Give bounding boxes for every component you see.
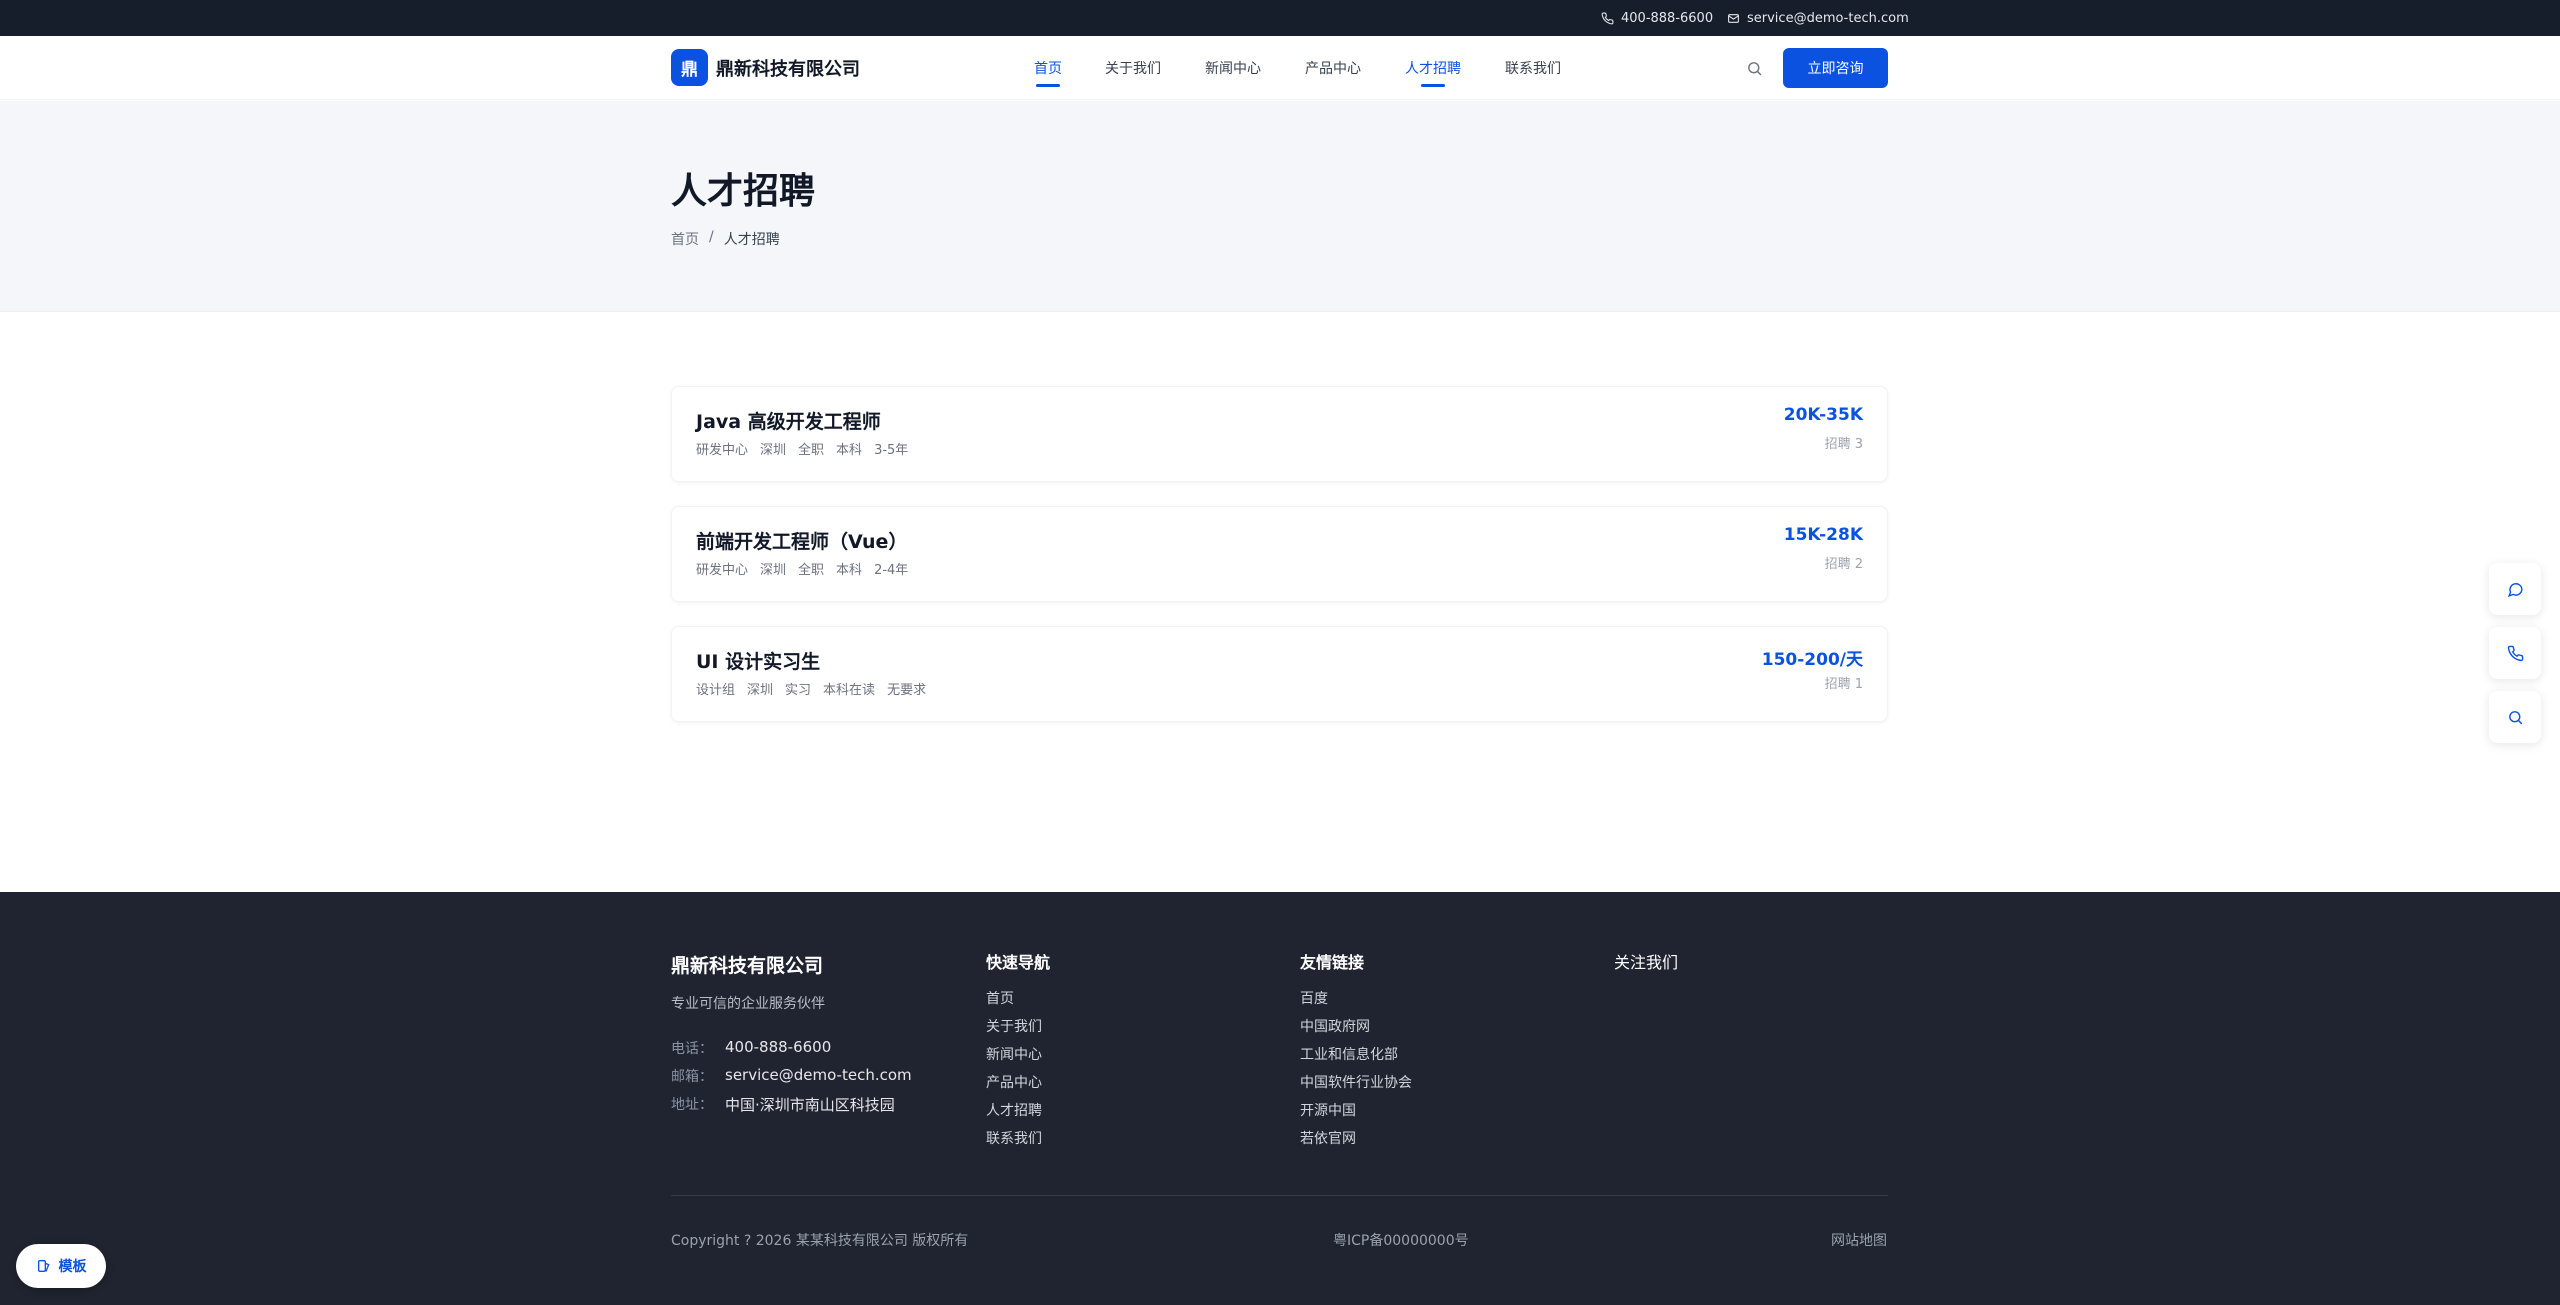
job-tag: 本科 (836, 563, 863, 578)
consult-button[interactable]: 立即咨询 (1783, 48, 1888, 88)
footer-copyright: Copyright ? 2026 某某科技有限公司 版权所有 (671, 1233, 969, 1249)
nav-item-about[interactable]: 关于我们 (1105, 36, 1161, 100)
footer-contact-email: 邮箱： service@demo-tech.com (671, 1066, 912, 1086)
contact-label: 邮箱： (671, 1069, 713, 1085)
topbar-email[interactable]: service@demo-tech.com (1727, 0, 1909, 36)
nav-item-careers[interactable]: 人才招聘 (1405, 36, 1461, 100)
footer-link[interactable]: 人才招聘 (986, 1100, 1042, 1120)
breadcrumb-current: 人才招聘 (723, 232, 780, 248)
page-title: 人才招聘 (671, 171, 816, 212)
footer-link[interactable]: 新闻中心 (986, 1044, 1042, 1064)
site-footer: 鼎新科技有限公司 专业可信的企业服务伙伴 电话： 400-888-6600 邮箱… (0, 892, 2560, 1305)
job-title: Java 高级开发工程师 (696, 411, 881, 433)
template-badge[interactable]: 模板 (16, 1244, 106, 1288)
footer-friend-links-heading: 友情链接 (1300, 953, 1365, 972)
job-openings: 招聘 2 (1824, 557, 1863, 572)
footer-link[interactable]: 产品中心 (986, 1072, 1042, 1092)
footer-sitemap-link[interactable]: 网站地图 (1831, 1230, 1887, 1250)
phone-icon (2507, 645, 2523, 661)
job-openings: 招聘 1 (1824, 677, 1863, 692)
header-search-button[interactable] (1743, 57, 1765, 79)
contact-value: 中国·深圳市南山区科技园 (725, 1096, 895, 1114)
footer-brand: 鼎新科技有限公司 (671, 955, 824, 977)
job-tags: 研发中心 深圳 全职 本科 3-5年 (696, 439, 908, 458)
job-card[interactable]: UI 设计实习生 设计组 深圳 实习 本科在读 无要求 150-200/天 招聘… (671, 626, 1888, 722)
breadcrumb: 首页 / 人才招聘 (671, 229, 780, 249)
job-openings: 招聘 3 (1824, 437, 1863, 452)
contact-label: 电话： (671, 1041, 713, 1057)
contact-label: 地址： (671, 1097, 713, 1113)
footer-link[interactable]: 工业和信息化部 (1300, 1044, 1398, 1064)
nav-item-contact[interactable]: 联系我们 (1505, 36, 1561, 100)
job-tag: 全职 (798, 443, 825, 458)
mail-icon (1728, 13, 1739, 23)
logo[interactable]: 鼎 鼎新科技有限公司 (671, 49, 860, 86)
topbar-phone-text: 400-888-6600 (1621, 10, 1714, 26)
job-tag: 本科 (836, 443, 863, 458)
site-header: 鼎 鼎新科技有限公司 首页 关于我们 新闻中心 产品中心 人才招聘 联系我们 立… (0, 36, 2560, 100)
job-salary: 20K-35K (1783, 405, 1863, 425)
job-tag: 设计组 (696, 683, 736, 698)
job-tags: 研发中心 深圳 全职 本科 2-4年 (696, 559, 908, 578)
breadcrumb-separator: / (709, 229, 714, 245)
nav-item-home[interactable]: 首页 (1034, 36, 1062, 100)
chat-icon (2507, 582, 2523, 597)
company-name: 鼎新科技有限公司 (716, 58, 860, 80)
nav-item-products[interactable]: 产品中心 (1305, 36, 1361, 100)
job-tag: 无要求 (887, 683, 927, 698)
search-icon (2508, 710, 2522, 724)
job-card[interactable]: 前端开发工程师（Vue） 研发中心 深圳 全职 本科 2-4年 15K-28K … (671, 506, 1888, 602)
footer-link[interactable]: 关于我们 (986, 1016, 1042, 1036)
footer-link[interactable]: 联系我们 (986, 1128, 1042, 1148)
job-title: UI 设计实习生 (696, 651, 821, 673)
job-tags: 设计组 深圳 实习 本科在读 无要求 (696, 679, 926, 698)
float-search-button[interactable] (2489, 691, 2541, 743)
job-tag: 全职 (798, 563, 825, 578)
job-tag: 深圳 (760, 443, 787, 458)
job-salary: 15K-28K (1783, 525, 1863, 545)
job-tag: 深圳 (747, 683, 774, 698)
job-tag: 研发中心 (696, 443, 749, 458)
footer-slogan: 专业可信的企业服务伙伴 (671, 996, 825, 1012)
footer-link[interactable]: 开源中国 (1300, 1100, 1356, 1120)
contact-value: 400-888-6600 (725, 1038, 832, 1056)
job-salary: 150-200/天 (1761, 650, 1863, 670)
contact-value: service@demo-tech.com (725, 1066, 912, 1084)
job-card[interactable]: Java 高级开发工程师 研发中心 深圳 全职 本科 3-5年 20K-35K … (671, 386, 1888, 482)
footer-link[interactable]: 百度 (1300, 988, 1328, 1008)
job-tag: 2-4年 (874, 563, 909, 578)
float-phone-button[interactable] (2489, 627, 2541, 679)
template-icon (37, 1260, 50, 1272)
topbar-email-text: service@demo-tech.com (1747, 10, 1909, 26)
job-tag: 研发中心 (696, 563, 749, 578)
job-tag: 深圳 (760, 563, 787, 578)
top-bar: 400-888-6600 service@demo-tech.com (0, 0, 2560, 36)
job-tag: 本科在读 (823, 683, 876, 698)
job-tag: 实习 (785, 683, 812, 698)
logo-mark-icon: 鼎 (671, 49, 708, 86)
search-icon (1747, 61, 1761, 75)
footer-contact-phone: 电话： 400-888-6600 (671, 1038, 831, 1058)
breadcrumb-home[interactable]: 首页 (671, 229, 699, 249)
footer-divider (671, 1195, 1888, 1196)
footer-link[interactable]: 若依官网 (1300, 1128, 1356, 1148)
job-tag: 3-5年 (874, 443, 909, 458)
page-banner: 人才招聘 首页 / 人才招聘 (0, 101, 2560, 312)
footer-icp[interactable]: 粤ICP备00000000号 (1333, 1230, 1469, 1250)
footer-link[interactable]: 中国政府网 (1300, 1016, 1370, 1036)
job-title: 前端开发工程师（Vue） (696, 531, 908, 553)
footer-follow-heading: 关注我们 (1614, 953, 1679, 972)
footer-quick-nav-heading: 快速导航 (986, 953, 1051, 972)
footer-link[interactable]: 首页 (986, 988, 1014, 1008)
footer-link[interactable]: 中国软件行业协会 (1300, 1072, 1412, 1092)
footer-contact-address: 地址： 中国·深圳市南山区科技园 (671, 1094, 895, 1115)
template-badge-label: 模板 (58, 1259, 87, 1275)
phone-icon (1601, 12, 1614, 24)
nav-item-news[interactable]: 新闻中心 (1205, 36, 1261, 100)
float-chat-button[interactable] (2489, 563, 2541, 615)
topbar-phone[interactable]: 400-888-6600 (1601, 0, 1713, 36)
